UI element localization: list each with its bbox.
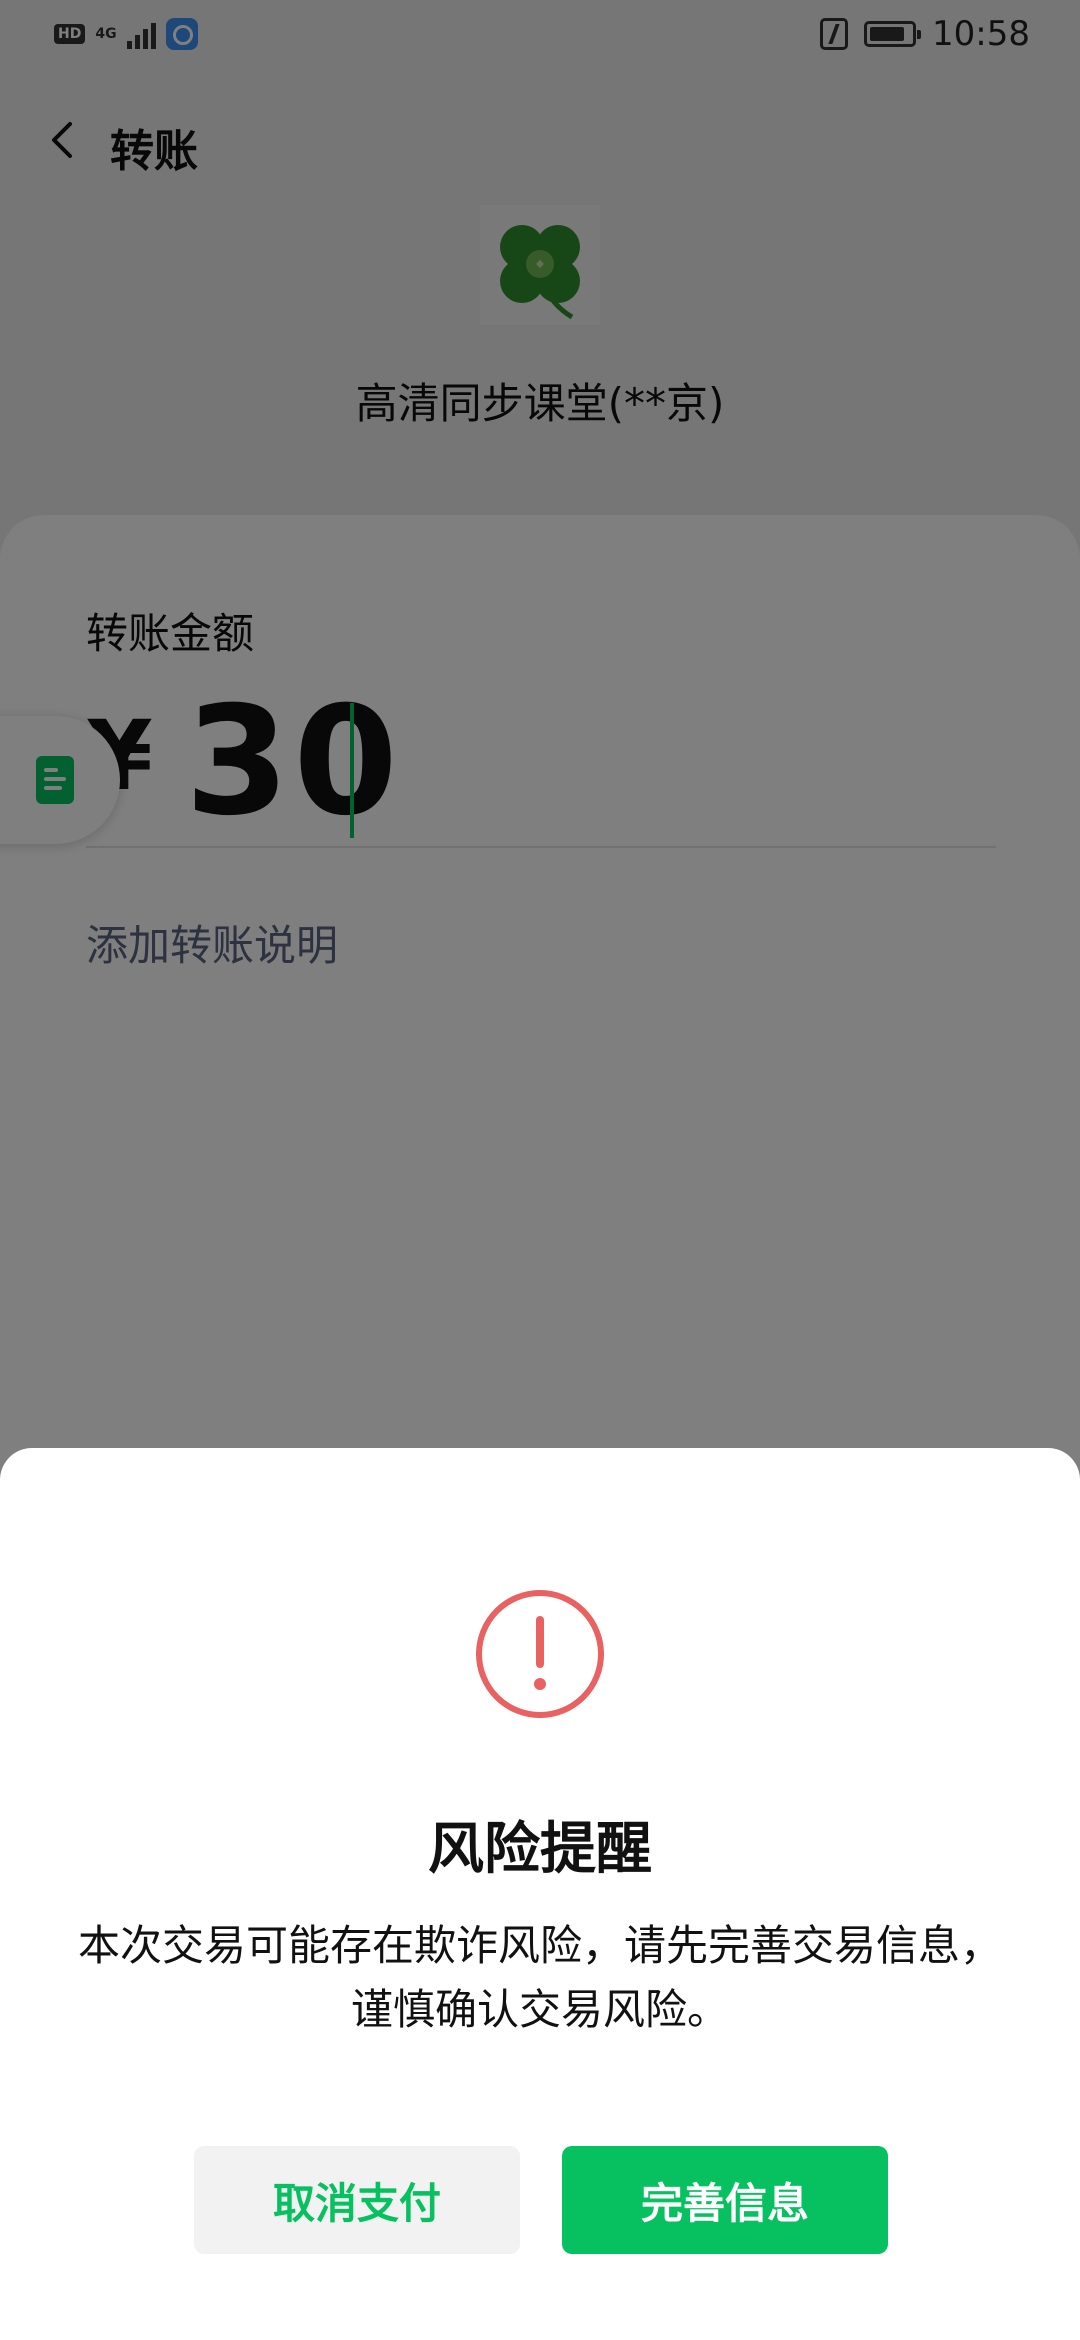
dialog-title: 风险提醒 [428, 1817, 652, 1882]
dialog-message: 本次交易可能存在欺诈风险，请先完善交易信息，谨慎确认交易风险。 [77, 1921, 1002, 2034]
transfer-screen: HD 4G 10:58 转账 [0, 0, 1080, 2340]
cancel-payment-button[interactable]: 取消支付 [194, 2146, 520, 2254]
complete-info-button[interactable]: 完善信息 [562, 2146, 888, 2254]
risk-alert-sheet [0, 1448, 1080, 2340]
warning-icon [476, 1590, 604, 1718]
